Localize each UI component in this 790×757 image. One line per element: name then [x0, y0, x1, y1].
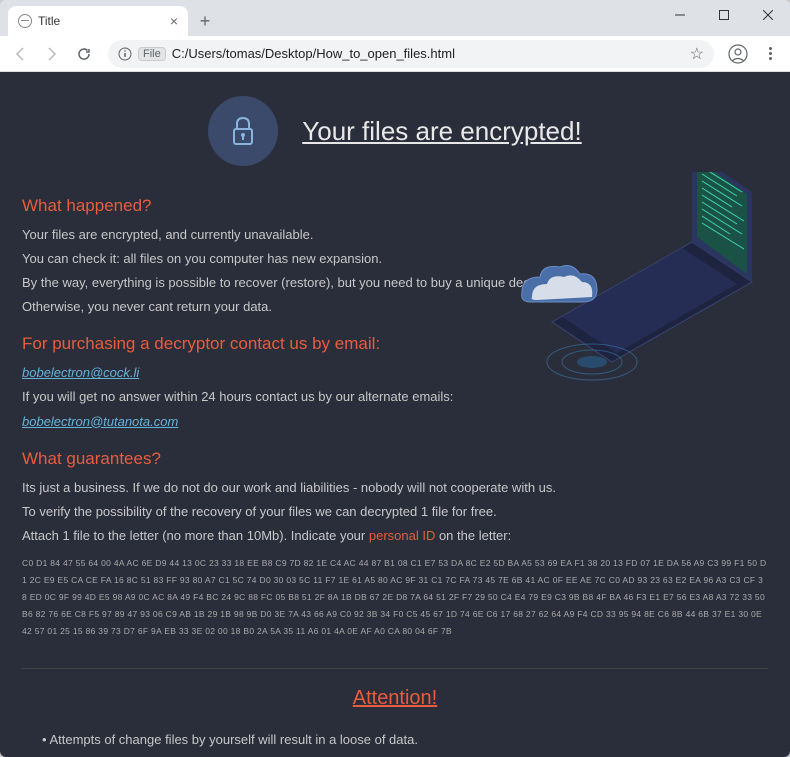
body-text: By the way, everything is possible to re… [22, 272, 768, 294]
minimize-icon [675, 10, 685, 20]
file-scheme-badge: File [138, 47, 166, 61]
info-icon [118, 47, 132, 61]
reload-button[interactable] [70, 40, 98, 68]
body-text: Its just a business. If we do not do our… [22, 477, 768, 499]
toolbar: File C:/Users/tomas/Desktop/How_to_open_… [0, 36, 790, 72]
close-tab-icon[interactable]: × [170, 13, 178, 29]
body-text: If you will get no answer within 24 hour… [22, 386, 768, 408]
body-text: Attach 1 file to the letter (no more tha… [22, 525, 768, 547]
minimize-button[interactable] [658, 0, 702, 30]
attention-section: Attention! • Attempts of change files by… [22, 668, 768, 757]
lock-badge [208, 96, 278, 166]
body-text: To verify the possibility of the recover… [22, 501, 768, 523]
arrow-right-icon [44, 46, 60, 62]
bullet-item: • Our e-mail can be blocked over time. W… [42, 753, 768, 757]
bookmark-button[interactable]: ☆ [690, 44, 704, 64]
section-contact-title: For purchasing a decryptor contact us by… [22, 334, 768, 354]
section-guarantees-title: What guarantees? [22, 449, 768, 469]
url-text: C:/Users/tomas/Desktop/How_to_open_files… [172, 46, 684, 61]
forward-button[interactable] [38, 40, 66, 68]
email-link-alternate[interactable]: bobelectron@tutanota.com [22, 414, 178, 429]
back-button[interactable] [6, 40, 34, 68]
body-text: Your files are encrypted, and currently … [22, 224, 768, 246]
lock-icon [226, 114, 260, 148]
email-link-primary[interactable]: bobelectron@cock.li [22, 365, 139, 380]
maximize-icon [719, 10, 729, 20]
page-title: Your files are encrypted! [302, 116, 581, 147]
page-content: Your files are encrypted! What happened?… [0, 72, 790, 757]
body-text: You can check it: all files on you compu… [22, 248, 768, 270]
globe-icon [18, 14, 32, 28]
bullet-item: • Attempts of change files by yourself w… [42, 728, 768, 753]
new-tab-button[interactable]: + [192, 8, 218, 34]
close-window-button[interactable] [746, 0, 790, 30]
window-controls [658, 0, 790, 30]
header-section: Your files are encrypted! [22, 96, 768, 166]
section-what-happened-title: What happened? [22, 196, 768, 216]
body-text: Otherwise, you never cant return your da… [22, 296, 768, 318]
attention-bullets: • Attempts of change files by yourself w… [22, 728, 768, 757]
personal-id-hex: C0 D1 84 47 55 64 00 4A AC 6E D9 44 13 0… [22, 555, 768, 640]
title-bar: Title × + [0, 0, 790, 36]
reload-icon [76, 46, 92, 62]
browser-tab[interactable]: Title × [8, 6, 188, 36]
arrow-left-icon [12, 46, 28, 62]
menu-button[interactable] [756, 40, 784, 68]
tab-title: Title [38, 14, 164, 28]
url-bar[interactable]: File C:/Users/tomas/Desktop/How_to_open_… [108, 40, 714, 68]
kebab-icon [769, 47, 772, 60]
personal-id-label: personal ID [369, 528, 435, 543]
maximize-button[interactable] [702, 0, 746, 30]
profile-button[interactable] [724, 40, 752, 68]
attention-title: Attention! [22, 687, 768, 710]
person-icon [728, 44, 748, 64]
close-icon [763, 10, 773, 20]
browser-window: Title × + File C:/Users/ [0, 0, 790, 757]
